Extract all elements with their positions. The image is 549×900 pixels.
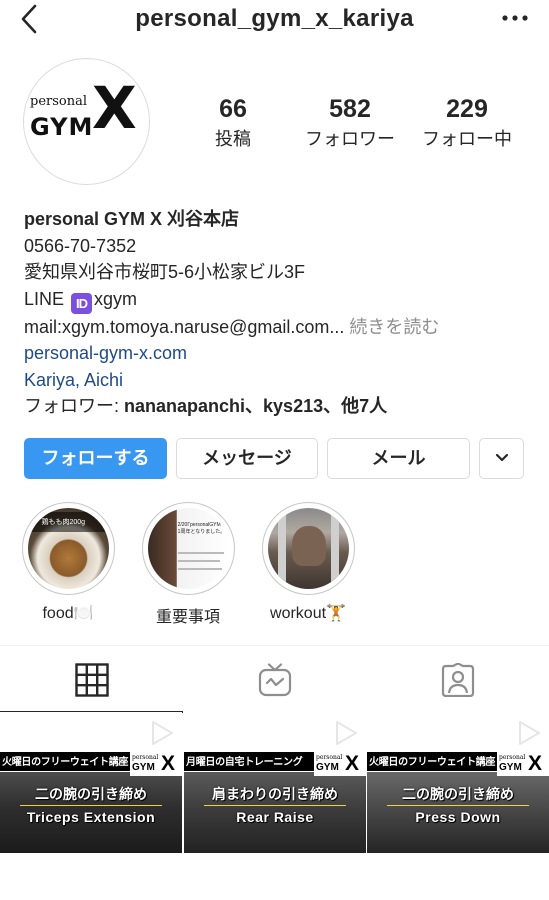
highlight-label: 重要事項 [155, 609, 220, 626]
highlight-ring: 鶏もも肉200g [21, 502, 115, 595]
profile-tabs [0, 645, 549, 713]
more-horizontal-icon[interactable] [501, 12, 529, 24]
chevron-left-icon[interactable] [18, 3, 42, 35]
chevron-down-icon [495, 453, 509, 462]
post-logo: personal GYM X [497, 752, 549, 776]
bio-address: 愛知県刈谷市桜町5-6小松家ビル3F [24, 262, 306, 282]
tagged-person-icon [441, 663, 474, 697]
highlight-important[interactable]: 2/20ΓpersonalGYM X 1周年となりました。 重要事項 [140, 502, 236, 627]
bio-line-id: xgym [94, 288, 138, 309]
post-logo-gym: GYM [316, 762, 339, 773]
highlight-workout-cover [267, 508, 349, 589]
stat-following-count: 229 [446, 95, 488, 123]
highlight-label: food🍽️ [42, 605, 94, 622]
post-logo-personal: personal [499, 754, 526, 761]
video-play-icon [152, 721, 173, 745]
highlight-ring [261, 502, 355, 595]
stat-posts[interactable]: 66 投稿 [178, 95, 288, 151]
followed-by-names: nananapanchi、kys213、他7人 [124, 396, 388, 416]
post-banner-text: 火曜日のフリーウェイト講座 [369, 757, 496, 768]
post-banner-text: 火曜日のフリーウェイト講座 [2, 757, 129, 768]
stat-following[interactable]: 229 フォロー中 [412, 95, 522, 151]
post-caption-en: Press Down [415, 809, 501, 825]
suggested-dropdown-button[interactable] [479, 438, 524, 479]
post-logo: personal GYM X [130, 752, 182, 776]
highlight-label: workout🏋️ [270, 605, 346, 622]
post-banner-text: 月曜日の自宅トレーニング [186, 757, 303, 768]
top-bar: personal_gym_x_kariya [0, 0, 549, 40]
avatar-logo-gym: GYM [30, 113, 94, 141]
post-logo-x: X [528, 752, 543, 775]
highlight-important-cover-text: 2/20ΓpersonalGYM X 1周年となりました。 [177, 522, 226, 535]
bio-website-link[interactable]: personal-gym-x.com [24, 340, 544, 367]
follow-button[interactable]: フォローする [24, 438, 167, 479]
post-thumbnail[interactable]: 月曜日の自宅トレーニング personal GYM X 肩まわりの引き締め Rear… [184, 712, 366, 853]
post-logo-x: X [345, 752, 360, 775]
bio-phone: 0566-70-7352 [24, 235, 137, 256]
bio-location-link[interactable]: Kariya, Aichi [24, 367, 544, 394]
stat-posts-count: 66 [219, 95, 247, 123]
highlight-workout[interactable]: workout🏋️ [260, 502, 356, 623]
bio-followed-by[interactable]: フォロワー: nananapanchi、kys213、他7人 [24, 393, 544, 420]
avatar-logo-personal: personal [30, 94, 88, 109]
post-thumbnail[interactable]: 火曜日のフリーウェイト講座 personal GYM X 二の腕の引き締め Pres… [367, 712, 549, 853]
bio-mail-row: mail:xgym.tomoya.naruse@gmail.com... 続きを… [24, 314, 544, 341]
highlight-food[interactable]: 鶏もも肉200g food🍽️ [20, 502, 116, 623]
email-button[interactable]: メール [327, 438, 470, 479]
post-divider [20, 805, 162, 806]
post-logo-x: X [161, 752, 176, 775]
stat-following-label: フォロー中 [422, 129, 512, 149]
post-caption-jp: 二の腕の引き締め [35, 786, 147, 802]
stat-followers-count: 582 [329, 95, 371, 123]
tab-igtv[interactable] [183, 646, 366, 712]
profile-display-name: personal GYM X 刈谷本店 [24, 209, 240, 229]
followed-by-prefix: フォロワー: [24, 396, 125, 416]
profile-username-title: personal_gym_x_kariya [135, 5, 414, 32]
post-caption-en: Triceps Extension [26, 809, 156, 825]
bio-mail: mail:xgym.tomoya.naruse@gmail.com... [24, 316, 345, 337]
igtv-icon [258, 663, 291, 697]
avatar-logo-x: X [92, 74, 137, 142]
profile-avatar[interactable]: personal GYM X [23, 58, 150, 185]
video-play-icon [519, 721, 540, 745]
read-more-link[interactable]: 続きを読む [344, 317, 439, 337]
stat-followers[interactable]: 582 フォロワー [295, 95, 405, 151]
post-logo-gym: GYM [132, 762, 155, 773]
tab-tagged[interactable] [366, 646, 549, 712]
post-divider [204, 805, 346, 806]
post-logo-gym: GYM [499, 762, 522, 773]
post-thumbnail[interactable]: 火曜日のフリーウェイト講座 personal GYM X 二の腕の引き締め Tric… [0, 712, 182, 853]
highlight-food-cover: 鶏もも肉200g [27, 508, 109, 589]
profile-bio: personal GYM X 刈谷本店 0566-70-7352 愛知県刈谷市桜… [24, 206, 544, 420]
post-logo: personal GYM X [314, 752, 366, 776]
highlight-important-cover: 2/20ΓpersonalGYM X 1周年となりました。 [147, 508, 229, 589]
post-caption-jp: 二の腕の引き締め [402, 786, 514, 802]
stat-followers-label: フォロワー [305, 129, 395, 149]
bio-line-prefix: LINE [24, 288, 70, 309]
video-play-icon [336, 721, 357, 745]
post-logo-personal: personal [316, 754, 343, 761]
tab-grid[interactable] [0, 646, 183, 713]
post-caption-jp: 肩まわりの引き締め [212, 786, 338, 802]
post-caption-en: Rear Raise [236, 809, 314, 825]
post-divider [387, 805, 529, 806]
stat-posts-label: 投稿 [215, 129, 251, 149]
highlight-food-cover-text: 鶏もも肉200g [41, 519, 86, 526]
id-badge-icon: ID [71, 292, 93, 314]
message-button[interactable]: メッセージ [176, 438, 318, 479]
highlight-ring: 2/20ΓpersonalGYM X 1周年となりました。 [141, 502, 235, 595]
grid-icon [74, 663, 109, 697]
bio-line: LINE ID xgym [24, 286, 544, 314]
post-logo-personal: personal [132, 754, 159, 761]
